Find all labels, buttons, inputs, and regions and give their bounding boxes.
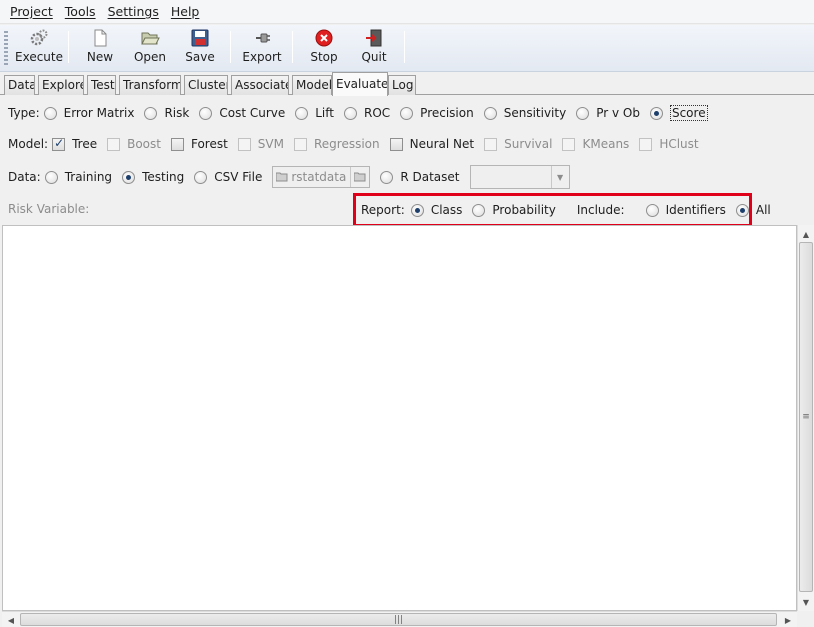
type-pr-v-ob-radio[interactable]: Pr v Ob [576,106,640,120]
evaluate-panel: Type: Error Matrix Risk Cost Curve Lift … [0,95,814,627]
model-survival-checkbox[interactable]: Survival [484,137,552,151]
data-testing-radio[interactable]: Testing [122,170,184,184]
type-error-matrix-radio[interactable]: Error Matrix [43,106,134,120]
type-precision-radio[interactable]: Precision [400,106,474,120]
toolbar-separator [404,31,405,63]
stop-button[interactable]: Stop [308,27,340,67]
floppy-disk-icon [190,28,210,48]
type-cost-curve-radio[interactable]: Cost Curve [199,106,285,120]
toolbar: Execute New Open Save Export Stop Quit [0,25,814,72]
save-button[interactable]: Save [184,27,216,67]
toolbar-grip[interactable] [4,31,8,65]
menu-help[interactable]: Help [165,4,206,19]
report-class-radio[interactable]: Class [410,203,462,217]
scroll-left-icon[interactable]: ◀ [3,612,19,627]
data-label: Data: [8,170,41,184]
horizontal-scroll-thumb[interactable]: ||| [20,613,777,626]
model-hclust-checkbox[interactable]: HClust [639,137,699,151]
data-r-dataset-radio[interactable]: R Dataset [380,170,460,184]
vertical-scroll-thumb[interactable]: ≡ [799,242,813,592]
data-row: Data: Training Testing CSV File rstatdat… [0,165,570,189]
quit-label: Quit [361,50,387,64]
open-button[interactable]: Open [132,27,168,67]
gears-icon [29,28,49,48]
toolbar-separator [292,31,293,63]
folder-open-icon [140,28,160,48]
report-row: Report: Class Probability Include: Ident… [361,200,781,220]
new-button[interactable]: New [84,27,116,67]
csv-file-name: rstatdata [291,170,347,184]
toolbar-separator [230,31,231,63]
type-row: Type: Error Matrix Risk Cost Curve Lift … [0,103,718,123]
export-label: Export [242,50,282,64]
type-risk-radio[interactable]: Risk [144,106,189,120]
tab-evaluate[interactable]: Evaluate [332,72,388,96]
model-regression-checkbox[interactable]: Regression [293,137,380,151]
type-roc-radio[interactable]: ROC [344,106,390,120]
exit-door-icon [364,28,384,48]
open-label: Open [133,50,167,64]
report-label: Report: [361,203,405,217]
report-probability-radio[interactable]: Probability [472,203,556,217]
include-identifiers-radio[interactable]: Identifiers [645,203,726,217]
output-textview[interactable] [2,225,797,611]
quit-button[interactable]: Quit [358,27,390,67]
model-tree-checkbox[interactable]: Tree [52,136,97,151]
tab-associate[interactable]: Associate [231,75,289,95]
horizontal-scrollbar[interactable]: ◀ ||| ▶ [2,611,797,627]
tab-model[interactable]: Model [292,75,332,95]
model-neural-net-checkbox[interactable]: Neural Net [389,137,474,151]
tab-log[interactable]: Log [388,75,416,95]
model-svm-checkbox[interactable]: SVM [237,137,284,151]
scroll-down-icon[interactable]: ▼ [798,594,814,610]
model-forest-checkbox[interactable]: Forest [170,137,228,151]
tab-test[interactable]: Test [87,75,116,95]
data-training-radio[interactable]: Training [44,170,112,184]
tab-explore[interactable]: Explore [38,75,84,95]
new-label: New [86,50,114,64]
scroll-right-icon[interactable]: ▶ [780,612,796,627]
model-boost-checkbox[interactable]: Boost [107,137,161,151]
browse-folder-icon[interactable] [351,172,369,182]
new-file-icon [90,28,110,48]
menu-settings[interactable]: Settings [102,4,165,19]
stop-label: Stop [310,50,338,64]
type-sensitivity-radio[interactable]: Sensitivity [483,106,566,120]
menu-bar: Project Tools Settings Help [0,0,814,24]
execute-label: Execute [15,50,63,64]
notebook-tabs: Data Explore Test Transform Cluster Asso… [0,72,814,96]
tab-cluster[interactable]: Cluster [184,75,228,95]
stop-icon [314,28,334,48]
export-plug-icon [252,28,272,48]
export-button[interactable]: Export [242,27,282,67]
scroll-up-icon[interactable]: ▲ [798,226,814,242]
execute-button[interactable]: Execute [15,27,63,67]
r-dataset-combo[interactable]: ▼ [469,165,570,189]
model-label: Model: [8,137,49,151]
save-label: Save [185,50,215,64]
chevron-down-icon: ▼ [550,166,569,188]
type-label: Type: [8,106,40,120]
menu-tools[interactable]: Tools [59,4,102,19]
folder-icon [276,172,288,182]
model-kmeans-checkbox[interactable]: KMeans [562,137,629,151]
toolbar-separator [68,31,69,63]
include-label: Include: [576,203,625,217]
include-all-radio[interactable]: All [735,203,771,217]
menu-project[interactable]: Project [4,4,59,19]
type-score-radio[interactable]: Score [649,105,708,121]
tab-transform[interactable]: Transform [119,75,181,95]
risk-variable-label: Risk Variable: [8,202,90,216]
type-lift-radio[interactable]: Lift [295,106,334,120]
model-row: Model: Tree Boost Forest SVM Regression … [0,134,709,154]
vertical-scrollbar[interactable]: ▲ ≡ ▼ [797,225,814,611]
csv-file-chooser[interactable]: rstatdata [272,166,371,188]
tab-data[interactable]: Data [4,75,35,95]
data-csv-file-radio[interactable]: CSV File [194,170,262,184]
